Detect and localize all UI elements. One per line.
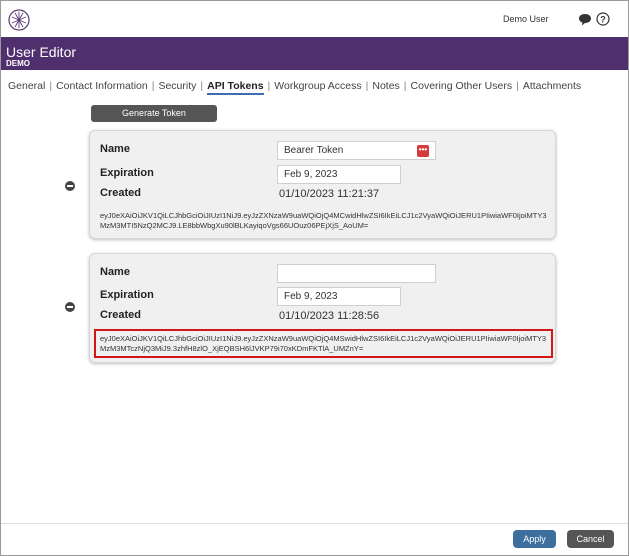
tab-security[interactable]: Security	[158, 80, 196, 95]
created-label: Created	[100, 309, 141, 321]
chat-bubble-icon[interactable]	[578, 13, 592, 26]
expiration-date-input[interactable]: Feb 9, 2023	[277, 287, 401, 306]
more-options-icon[interactable]: •••	[417, 145, 429, 157]
tab-bar: General | Contact Information | Security…	[8, 80, 581, 95]
expiration-date-input[interactable]: Feb 9, 2023	[277, 165, 401, 184]
name-label: Name	[100, 143, 130, 155]
tab-api-tokens[interactable]: API Tokens	[207, 80, 264, 95]
expiration-label: Expiration	[100, 289, 154, 301]
page-header: User Editor DEMO	[1, 37, 628, 70]
generate-token-button[interactable]: Generate Token	[91, 105, 217, 122]
remove-token-icon[interactable]	[65, 302, 75, 312]
page-title: User Editor	[6, 44, 77, 60]
token-name-input[interactable]	[277, 264, 436, 283]
tab-separator: |	[49, 80, 53, 92]
page-subtitle: DEMO	[6, 59, 30, 68]
name-label: Name	[100, 266, 130, 278]
tab-workgroup-access[interactable]: Workgroup Access	[274, 80, 361, 95]
tab-separator: |	[365, 80, 369, 92]
user-name[interactable]: Demo User	[503, 14, 549, 24]
svg-text:?: ?	[600, 15, 606, 25]
apply-button[interactable]: Apply	[513, 530, 556, 548]
tab-separator: |	[151, 80, 155, 92]
created-label: Created	[100, 187, 141, 199]
cancel-button[interactable]: Cancel	[567, 530, 614, 548]
tab-covering-other-users[interactable]: Covering Other Users	[411, 80, 513, 95]
remove-token-icon[interactable]	[65, 181, 75, 191]
top-bar: Demo User ?	[1, 1, 628, 37]
created-value: 01/10/2023 11:28:56	[279, 310, 380, 322]
created-value: 01/10/2023 11:21:37	[279, 188, 380, 200]
tab-contact-information[interactable]: Contact Information	[56, 80, 148, 95]
star-compass-logo-icon[interactable]	[8, 9, 30, 31]
tab-separator: |	[516, 80, 519, 92]
token-card: Name Bearer Token ••• Expiration Feb 9, …	[89, 130, 556, 239]
token-name-input[interactable]: Bearer Token •••	[277, 141, 436, 160]
footer-divider	[1, 523, 628, 524]
tab-general[interactable]: General	[8, 80, 45, 95]
token-highlight-box	[94, 329, 553, 358]
tab-attachments[interactable]: Attachments	[523, 80, 581, 95]
tab-separator: |	[200, 80, 204, 92]
help-circle-icon[interactable]: ?	[596, 12, 610, 26]
tab-separator: |	[403, 80, 407, 92]
token-string[interactable]: eyJ0eXAiOiJKV1QiLCJhbGciOiJIUzI1NiJ9.eyJ…	[100, 211, 550, 231]
tab-notes[interactable]: Notes	[372, 80, 399, 95]
token-name-value: Bearer Token	[284, 145, 344, 156]
tab-separator: |	[267, 80, 271, 92]
expiration-label: Expiration	[100, 167, 154, 179]
